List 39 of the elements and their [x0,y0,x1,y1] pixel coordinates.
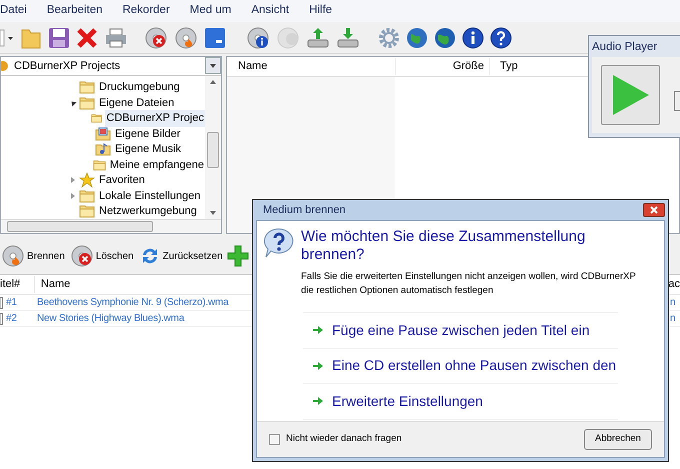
option-link[interactable]: Eine CD erstellen ohne Pausen zwischen den [303,348,618,384]
tree-item[interactable]: Eigene Musik [114,141,182,158]
column-header[interactable]: Name [227,58,395,75]
tree-item[interactable]: CDBurnerXP Projec [105,110,205,127]
toolbar-button[interactable]: Löschen [68,242,135,270]
tree-item[interactable]: Meine empfangene [108,156,205,174]
cancel-button[interactable]: Abbrechen [584,429,652,450]
column-header[interactable]: ac [668,276,680,293]
checkbox-label: Nicht wieder danach fragen [286,432,402,446]
menu-item[interactable]: Med um [190,2,232,20]
dialog-heading: Wie möchten Sie diese Zusammenstellung brennen? [301,227,586,264]
table-cell-text: n [670,296,676,310]
window-title: Audio Player [592,40,658,55]
tree-item[interactable]: Lokale Einstellungen [98,188,202,204]
table-cell-text: New Stories (Highway Blues).wma [36,312,186,326]
column-header[interactable]: itel# [0,276,34,293]
dialog-description: Falls Sie die erweiterten Einstellungen nicht anzeigen wollen, wird CDBurnerXP die restlichen Optionen automatisch festlegen [301,270,637,298]
table-cell-text: n [670,312,676,326]
menu-item[interactable]: Bearbeiten [46,2,102,20]
table-cell-text: #1 [6,296,17,310]
table-cell-text: #2 [6,312,17,326]
toolbar-button[interactable]: Brennen [0,242,66,270]
table-cell-text: Beethovens Symphonie Nr. 9 (Scherzo).wma [36,296,230,310]
tree-item[interactable]: Netzwerkumgebung [98,203,198,220]
option-link[interactable]: Erweiterte Einstellungen [303,384,618,420]
dialog-title: Medium brennen [262,202,346,218]
tree-item[interactable]: Favoriten [98,172,146,189]
tree-item[interactable]: Eigene Dateien [98,94,176,112]
toolbar-button[interactable]: Zurücksetzen [138,242,224,270]
tree-item[interactable]: Eigene Bilder [114,126,182,142]
menu-item[interactable]: Rekorder [122,2,170,20]
column-header[interactable]: Größe [395,58,489,75]
menu-item[interactable]: Hilfe [309,2,332,20]
menu-item[interactable]: Datei [0,2,27,20]
folder-combo[interactable]: CDBurnerXP Projects [1,57,221,76]
menu-item[interactable]: Ansicht [251,2,290,20]
column-header[interactable]: Typ [489,58,518,75]
tree-item[interactable]: Druckumgebung [98,79,181,96]
option-link[interactable]: Füge eine Pause zwischen jeden Titel ein [303,313,618,348]
